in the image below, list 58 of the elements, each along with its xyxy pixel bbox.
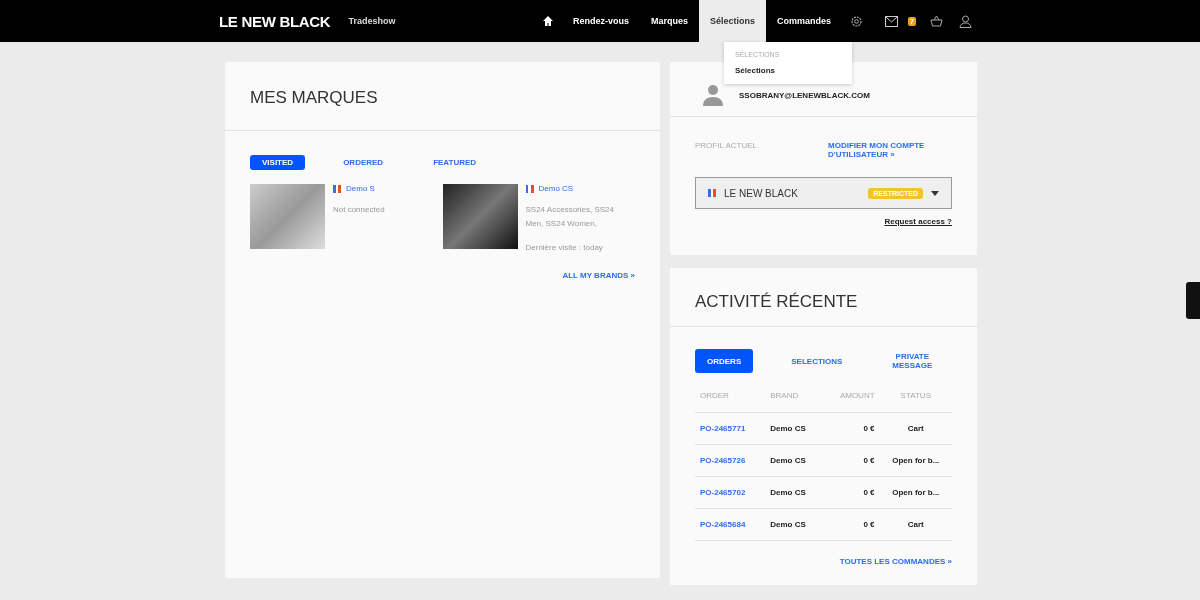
edit-account-link[interactable]: MODIFIER MON COMPTE D'UTILISATEUR » [828, 141, 952, 159]
flag-icon [525, 184, 534, 193]
table-cell: Cart [879, 412, 952, 445]
table-cell: Demo CS [765, 444, 823, 477]
card-title: MES MARQUES [250, 88, 379, 108]
profile-label: PROFIL ACTUEL [695, 141, 757, 152]
table-cell: Demo CS [765, 412, 823, 445]
avatar-icon [703, 84, 723, 106]
column-header: AMOUNT [822, 391, 880, 413]
tab[interactable]: ORDERED [331, 155, 396, 170]
brand-info: Not connected [333, 204, 386, 216]
brand-image[interactable] [442, 184, 518, 249]
caret-icon [931, 190, 939, 196]
table-cell: 0 € [822, 508, 880, 541]
home-icon[interactable] [542, 15, 554, 27]
company-name: LE NEW BLACK [724, 187, 798, 199]
brand-info: Dernière visite : today [525, 242, 604, 254]
order-link[interactable]: PO-2465771 [695, 412, 766, 445]
request-access-link[interactable]: Request access ? [695, 217, 952, 226]
table-cell: Demo CS [765, 476, 823, 509]
table-cell: 0 € [822, 412, 880, 445]
brand-link[interactable]: Demo S [346, 184, 375, 193]
context-label: Tradeshow [348, 16, 396, 26]
table-cell: Open for b... [879, 476, 952, 509]
table-cell: Open for b... [879, 444, 952, 477]
menu-item[interactable]: Sélections [735, 66, 841, 75]
nav-item[interactable]: Sélections [699, 0, 767, 42]
nav-item[interactable]: Marques [640, 0, 700, 42]
settings-icon[interactable] [850, 14, 864, 28]
order-link[interactable]: PO-2465702 [695, 476, 766, 509]
tab[interactable]: ORDERS [695, 349, 754, 373]
tab[interactable]: FEATURED [421, 155, 489, 170]
column-header: BRAND [765, 391, 823, 413]
all-brands-link[interactable]: ALL MY BRANDS » [250, 271, 635, 280]
brand-info: SS24 Accessories, SS24 Men, SS24 Women, [525, 204, 615, 230]
tab[interactable]: PRIVATE MESSAGE [880, 349, 945, 373]
order-link[interactable]: PO-2465726 [695, 444, 766, 477]
table-cell: 0 € [822, 444, 880, 477]
basket-icon[interactable] [930, 15, 943, 27]
tab[interactable]: VISITED [250, 155, 306, 170]
logo[interactable]: LE NEW BLACK [219, 12, 331, 30]
card-title: ACTIVITÉ RÉCENTE [695, 292, 859, 312]
tab[interactable]: SELECTIONS [779, 349, 855, 373]
flag-icon [333, 184, 341, 193]
flag-icon [708, 189, 716, 197]
column-header: ORDER [695, 391, 766, 413]
user-icon[interactable] [959, 14, 972, 28]
mail-icon[interactable] [885, 15, 899, 27]
all-orders-link[interactable]: TOUTES LES COMMANDES » [695, 557, 952, 566]
nav-item[interactable]: Commandes [766, 0, 843, 42]
table-cell: Demo CS [765, 508, 823, 541]
order-link[interactable]: PO-2465684 [695, 508, 766, 541]
column-header: STATUS [879, 391, 952, 413]
table-cell: Cart [879, 508, 952, 541]
table-cell: 0 € [822, 476, 880, 509]
nav-item[interactable]: Rendez-vous [562, 0, 641, 42]
brand-link[interactable]: Demo CS [538, 184, 574, 193]
user-email: SSOBRANY@LENEWBLACK.COM [739, 90, 870, 100]
